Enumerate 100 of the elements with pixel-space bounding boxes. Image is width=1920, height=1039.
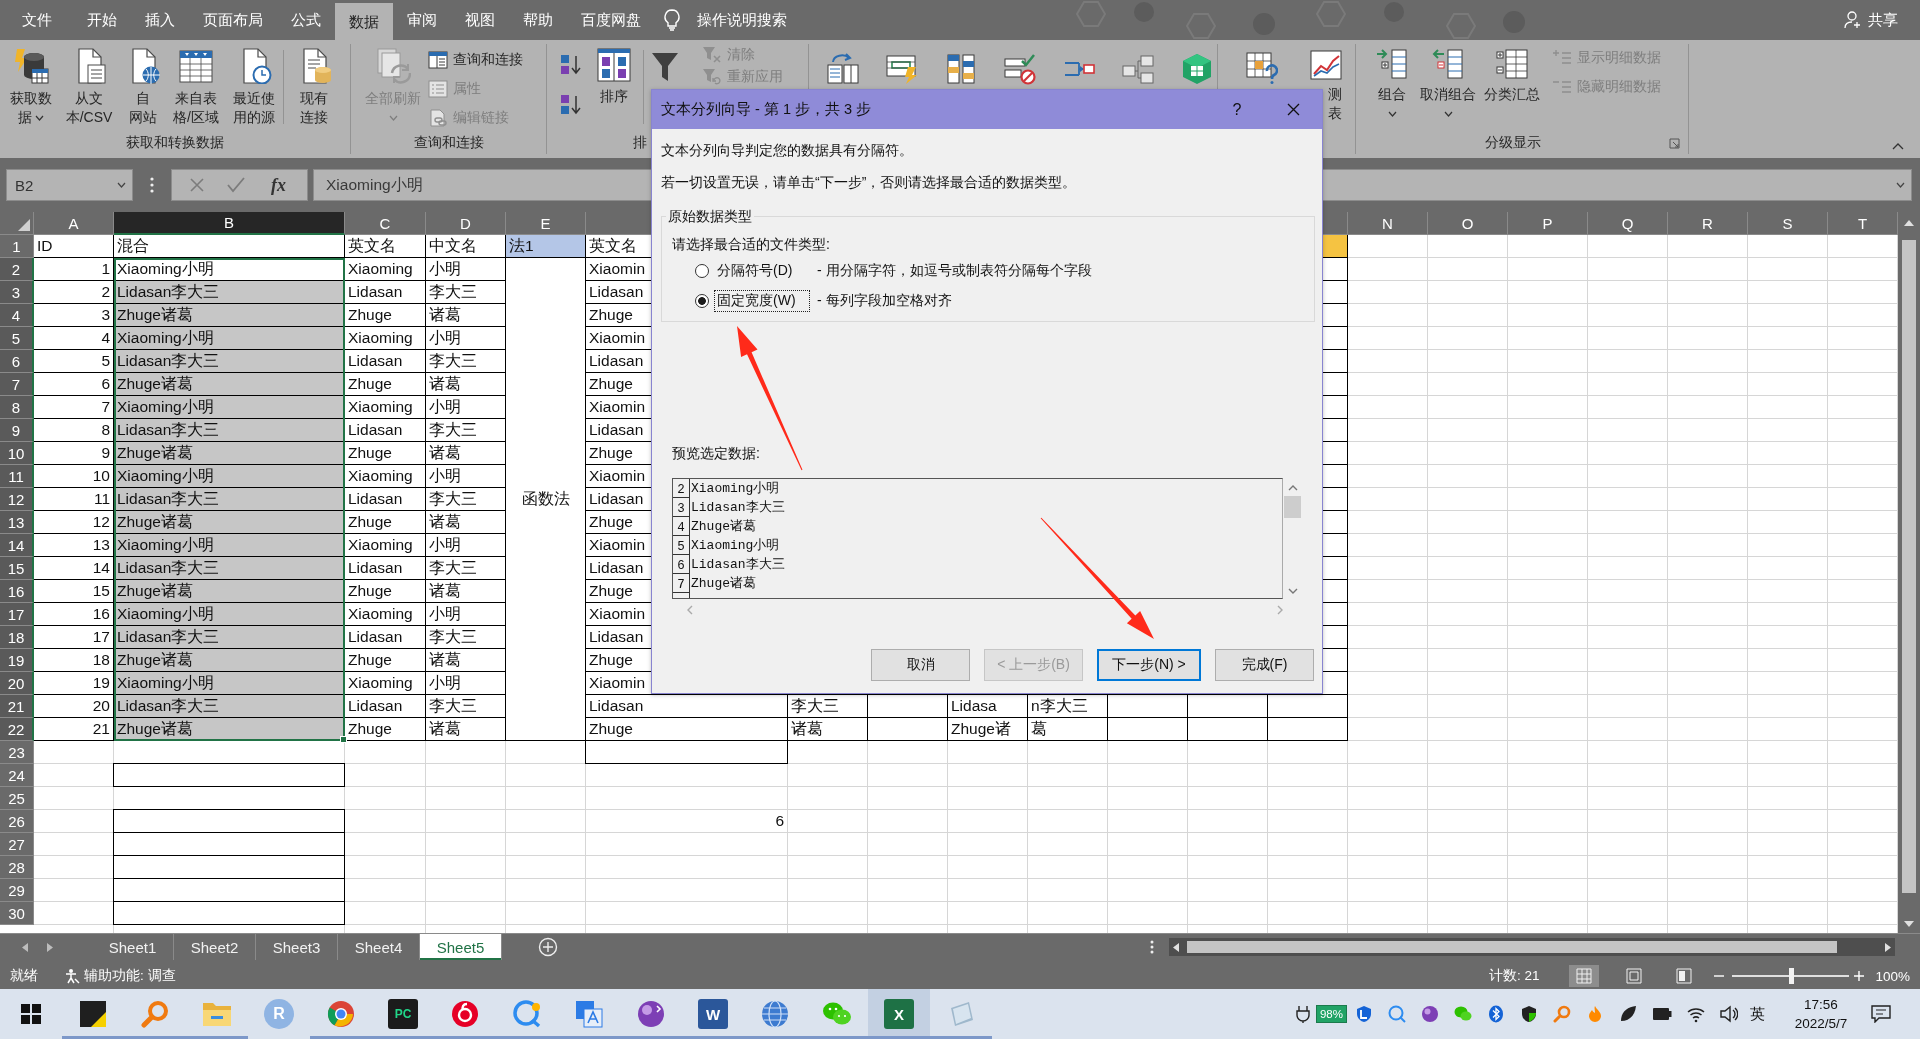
- table-cell: Xiaoming: [345, 396, 426, 419]
- group-label: 查询和连接: [413, 134, 484, 152]
- table-cell: 17: [34, 626, 114, 649]
- app-logo: PC: [388, 999, 418, 1029]
- table-cell: 函数法: [506, 258, 586, 741]
- table-cell: 3: [34, 304, 114, 327]
- table-cell: Lidasan李大三: [114, 350, 345, 373]
- table-cell: 诸葛: [426, 718, 506, 741]
- table-cell: Xiaoming: [345, 465, 426, 488]
- table-cell: 16: [34, 603, 114, 626]
- table-cell: Xiaoming: [345, 672, 426, 695]
- table-cell: ID: [34, 235, 114, 258]
- table-cell: 1: [34, 258, 114, 281]
- table-cell: 葛: [1028, 718, 1108, 741]
- dialog-title: 文本分列向导 - 第 1 步，共 3 步: [661, 100, 873, 119]
- table-cell: 诸葛: [426, 511, 506, 534]
- table-cell: 诸葛: [426, 649, 506, 672]
- preview-line: Xiaoming小明: [690, 537, 780, 555]
- table-cell: 诸葛: [426, 442, 506, 465]
- table-cell: 李大三: [788, 694, 868, 718]
- preview-line: Lidasan李大三: [690, 556, 785, 574]
- table-cell: Zhuge: [345, 649, 426, 672]
- table-cell: 李大三: [426, 281, 506, 304]
- line-number: 4: [673, 517, 690, 536]
- table-cell: 8: [34, 419, 114, 442]
- table-cell: Lidasan李大三: [114, 557, 345, 580]
- table-cell: Xiaoming: [345, 258, 426, 281]
- line-number: 3: [673, 498, 690, 517]
- table-cell: Lidasan: [345, 350, 426, 373]
- table-cell: Xiaoming: [345, 534, 426, 557]
- table-cell: Xiaoming: [345, 603, 426, 626]
- table-cell: 18: [34, 649, 114, 672]
- line-number: 2: [673, 479, 690, 498]
- table-cell: Zhuge诸葛: [114, 649, 345, 672]
- table-cell: 19: [34, 672, 114, 695]
- line-number: 5: [673, 536, 690, 555]
- table-cell: Lidasan: [345, 557, 426, 580]
- table-cell: Zhuge诸葛: [114, 511, 345, 534]
- table-cell: Zhuge: [345, 373, 426, 396]
- table-cell: Zhuge诸: [948, 718, 1028, 741]
- table-cell: Zhuge: [345, 442, 426, 465]
- table-cell: Lidasan李大三: [114, 488, 345, 511]
- table-cell: Zhuge诸葛: [114, 373, 345, 396]
- table-cell: Xiaoming小明: [114, 672, 345, 695]
- option-description: - 每列字段加空格对齐: [817, 292, 952, 310]
- table-cell: Lidasan李大三: [114, 626, 345, 649]
- table-cell: Zhuge: [345, 718, 426, 741]
- table-cell: 小明: [426, 603, 506, 626]
- table-cell: Zhuge诸葛: [114, 580, 345, 603]
- table-cell: 14: [34, 557, 114, 580]
- table-cell: Zhuge: [586, 718, 788, 741]
- table-cell: 李大三: [426, 488, 506, 511]
- table-cell: Xiaoming小明: [114, 258, 345, 281]
- table-cell: Lidasan李大三: [114, 419, 345, 442]
- option-description: - 用分隔字符，如逗号或制表符分隔每个字段: [817, 262, 1092, 280]
- table-cell: 10: [34, 465, 114, 488]
- table-cell: 21: [34, 718, 114, 741]
- intro-text: 文本分列向导判定您的数据具有分隔符。: [661, 141, 913, 160]
- table-cell: Lidasan: [345, 419, 426, 442]
- table-cell: 11: [34, 488, 114, 511]
- table-cell: Lidasan: [345, 488, 426, 511]
- table-cell: Xiaoming小明: [114, 327, 345, 350]
- table-cell: Zhuge: [345, 511, 426, 534]
- table-cell: 小明: [426, 534, 506, 557]
- table-cell: 中文名: [426, 235, 506, 258]
- table-cell: 小明: [426, 672, 506, 695]
- table-cell: 诸葛: [788, 718, 868, 741]
- table-cell: n李大三: [1028, 694, 1108, 718]
- table-cell: 4: [34, 327, 114, 350]
- preview-label: 预览选定数据:: [671, 444, 760, 463]
- table-cell: 法1: [506, 235, 586, 258]
- table-cell: 诸葛: [426, 373, 506, 396]
- table-cell: 李大三: [426, 695, 506, 718]
- app-logo: R: [264, 999, 294, 1029]
- table-cell: Lidasan李大三: [114, 281, 345, 304]
- group-label: 获取和转换数据: [126, 134, 224, 152]
- table-cell: 英文名: [345, 235, 426, 258]
- table-cell: 小明: [426, 258, 506, 281]
- table-cell: 小明: [426, 396, 506, 419]
- line-number: 7: [673, 574, 690, 593]
- app-logo: W: [698, 999, 728, 1029]
- table-cell: Zhuge诸葛: [114, 442, 345, 465]
- table-cell: 13: [34, 534, 114, 557]
- line-number: 6: [673, 555, 690, 574]
- table-cell: 李大三: [426, 419, 506, 442]
- table-cell: 7: [34, 396, 114, 419]
- table-cell: 9: [34, 442, 114, 465]
- status-text: 就绪: [10, 967, 38, 985]
- app-logo: X: [884, 999, 914, 1029]
- table-cell: 混合: [114, 235, 345, 258]
- table-cell: 5: [34, 350, 114, 373]
- table-cell: 诸葛: [426, 580, 506, 603]
- table-cell: 小明: [426, 327, 506, 350]
- table-cell: Xiaoming小明: [114, 396, 345, 419]
- table-cell: Lidasan: [586, 695, 788, 718]
- group-label: 排: [633, 134, 647, 152]
- count-text: 计数: 21: [1488, 967, 1540, 985]
- table-cell: 诸葛: [426, 304, 506, 327]
- table-cell: Xiaoming小明: [114, 603, 345, 626]
- table-cell: Zhuge: [345, 304, 426, 327]
